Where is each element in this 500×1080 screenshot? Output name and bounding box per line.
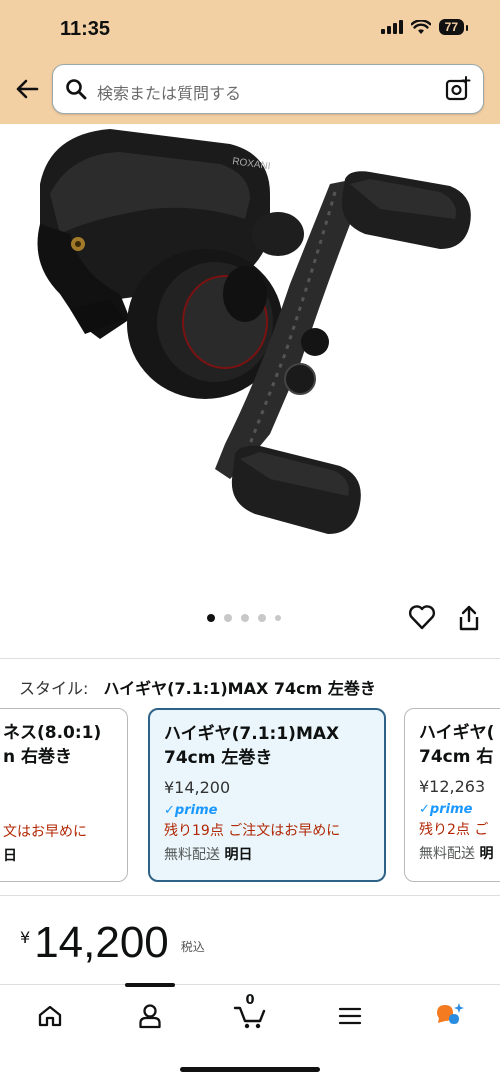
variant-price: ¥12,263	[419, 777, 486, 796]
variant-shipping: 日	[3, 845, 113, 865]
price-amount: 14,200	[34, 918, 169, 967]
heart-icon	[408, 605, 436, 630]
variant-prime-badge: ✓prime	[419, 802, 473, 817]
variant-card[interactable]: ネス(8.0:1) n 右巻き 文はお早めに 日	[0, 708, 128, 882]
status-icons: 77	[380, 19, 469, 35]
style-label: スタイル:	[19, 679, 89, 698]
camera-lens-icon[interactable]	[445, 76, 471, 102]
style-selector-label: スタイル: ハイギヤ(7.1:1)MAX 74cm 左巻き	[19, 675, 376, 699]
variant-name-line1: ハイギヤ(	[419, 723, 495, 743]
variant-stock: 文はお早めに	[3, 824, 87, 840]
pagination-dot[interactable]	[207, 614, 215, 622]
price-currency: ¥	[20, 928, 31, 947]
variant-prime-badge	[3, 803, 113, 819]
variant-stock: 残り2点 ご	[419, 822, 489, 838]
variant-prime-badge: ✓prime	[164, 803, 218, 818]
variant-stock: 残り19点 ご注文はお早めに	[164, 823, 341, 839]
share-icon	[459, 605, 479, 631]
variant-name-line2: n 右巻き	[3, 747, 73, 767]
arrow-left-icon	[16, 79, 39, 99]
wishlist-button[interactable]	[408, 604, 436, 634]
search-placeholder: 検索または質問する	[97, 84, 242, 103]
ship-value: 日	[3, 848, 17, 864]
pagination-dot[interactable]	[224, 614, 232, 622]
variant-name-line2: 74cm 右	[419, 747, 494, 767]
baitcasting-reel-image: ROXANI	[37, 129, 471, 534]
home-icon	[38, 1005, 62, 1027]
variant-price: ¥14,200	[164, 778, 231, 797]
variant-card-selected[interactable]: ハイギヤ(7.1:1)MAX 74cm 左巻き ¥14,200 ✓prime 残…	[148, 708, 386, 882]
ship-value: 明日	[224, 847, 253, 863]
pagination-dot[interactable]	[275, 615, 281, 621]
ship-value: 明	[479, 846, 494, 862]
style-value: ハイギヤ(7.1:1)MAX 74cm 左巻き	[103, 679, 376, 698]
search-icon	[66, 79, 87, 100]
signal-icon	[380, 20, 403, 34]
user-icon	[139, 1004, 161, 1029]
product-price: ¥ 14,200 税込	[20, 918, 205, 968]
product-image[interactable]: ROXANI	[0, 124, 500, 594]
active-tab-indicator	[125, 983, 175, 987]
nav-rufus-assistant[interactable]	[430, 999, 470, 1033]
header: 11:35 77 検索または質問する	[0, 0, 500, 124]
divider	[0, 658, 500, 659]
share-button[interactable]	[457, 604, 481, 636]
status-bar: 11:35 77	[0, 0, 500, 60]
variant-name-line1: ハイギヤ(7.1:1)MAX	[164, 724, 340, 744]
search-input[interactable]: 検索または質問する	[52, 64, 484, 114]
variant-shipping: 無料配送 明日	[164, 844, 370, 864]
status-time: 11:35	[60, 18, 111, 40]
variant-price	[3, 777, 113, 797]
ai-assistant-icon	[437, 1003, 464, 1024]
nav-cart[interactable]: 0	[228, 993, 272, 1033]
nav-menu[interactable]	[330, 999, 370, 1033]
ship-label: 無料配送	[419, 846, 475, 862]
divider	[0, 895, 500, 896]
menu-icon	[338, 1007, 362, 1025]
pagination-dot[interactable]	[258, 614, 266, 622]
cart-count: 0	[245, 993, 255, 1008]
battery-indicator: 77	[438, 19, 469, 35]
wifi-icon	[410, 19, 431, 34]
variant-carousel[interactable]: ネス(8.0:1) n 右巻き 文はお早めに 日 ハイギヤ(7.1:1)MAX …	[0, 706, 500, 884]
variant-name-line2: 74cm 左巻き	[164, 748, 273, 768]
variant-shipping: 無料配送 明	[419, 843, 500, 863]
back-button[interactable]	[12, 74, 42, 104]
nav-account[interactable]	[130, 999, 170, 1033]
bottom-navigation: 0	[0, 983, 500, 1080]
nav-home[interactable]	[30, 999, 70, 1033]
variant-name-line1: ネス(8.0:1)	[3, 723, 102, 743]
price-tax-label: 税込	[180, 940, 205, 954]
home-indicator	[180, 1067, 320, 1072]
image-pagination-dots[interactable]	[207, 614, 281, 622]
ship-label: 無料配送	[164, 847, 220, 863]
variant-card[interactable]: ハイギヤ( 74cm 右 ¥12,263 ✓prime 残り2点 ご 無料配送 …	[404, 708, 500, 882]
pagination-dot[interactable]	[241, 614, 249, 622]
